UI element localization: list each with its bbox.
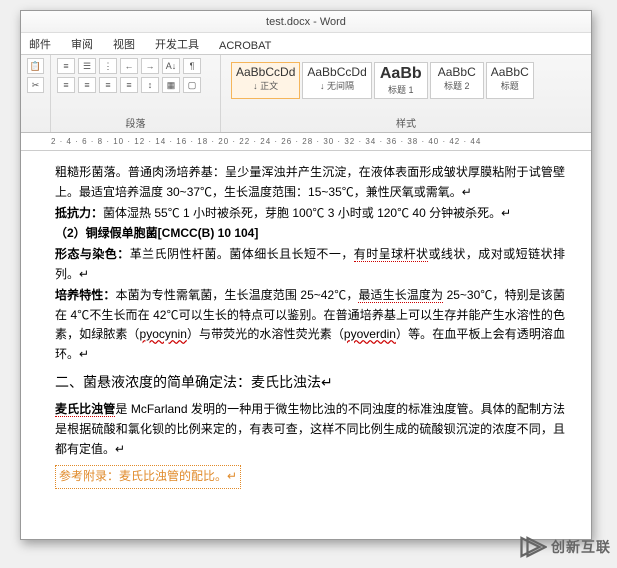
- para-heading-2: （2）铜绿假单胞菌[CMCC(B) 10 104]: [55, 224, 565, 244]
- align-left-icon[interactable]: ≡: [57, 77, 75, 93]
- style-heading2[interactable]: AaBbC 标题 2: [430, 62, 484, 99]
- bullets-icon[interactable]: ≡: [57, 58, 75, 74]
- format-painter-icon[interactable]: ✂: [27, 77, 44, 93]
- style-heading1[interactable]: AaBb 标题 1: [374, 62, 428, 99]
- indent-inc-icon[interactable]: →: [141, 58, 159, 74]
- style-name: 标题 2: [435, 79, 479, 92]
- tab-developer[interactable]: 开发工具: [151, 34, 203, 54]
- clipboard-icon[interactable]: 📋: [27, 58, 44, 74]
- style-sample: AaBbCcDd: [236, 65, 295, 79]
- para: 粗糙形菌落。普通肉汤培养基：呈少量浑浊并产生沉淀，在液体表面形成皱状厚膜粘附于试…: [55, 163, 565, 203]
- group-clipboard: [27, 119, 44, 130]
- style-title[interactable]: AaBbC 标题: [486, 62, 534, 99]
- align-right-icon[interactable]: ≡: [99, 77, 117, 93]
- align-center-icon[interactable]: ≡: [78, 77, 96, 93]
- group-styles-label: 样式: [227, 115, 585, 130]
- para-morphology: 形态与染色：革兰氏阴性杆菌。菌体细长且长短不一，有时呈球杆状或线状，成对或短链状…: [55, 245, 565, 285]
- ribbon: 📋 ✂ ≡ ☰ ⋮ ← → A↓ ¶ ≡ ≡ ≡ ≡ ↕ ▦ ▢ 段: [21, 55, 591, 133]
- para-mcfarland: 麦氏比浊管是 McFarland 发明的一种用于微生物比浊的不同浊度的标准浊度管…: [55, 400, 565, 459]
- sort-icon[interactable]: A↓: [162, 58, 180, 74]
- linespacing-icon[interactable]: ↕: [141, 77, 159, 93]
- para-resistance: 抵抗力：菌体湿热 55℃ 1 小时被杀死，芽胞 100℃ 3 小时或 120℃ …: [55, 204, 565, 224]
- style-sample: AaBbC: [435, 65, 479, 79]
- style-sample: AaBbCcDd: [307, 65, 366, 79]
- tab-view[interactable]: 视图: [109, 34, 139, 54]
- style-name: 标题: [491, 79, 529, 92]
- borders-icon[interactable]: ▢: [183, 77, 201, 93]
- style-name: ↓ 正文: [236, 79, 295, 92]
- watermark-text: 创新互联: [551, 537, 611, 557]
- para-appendix: 参考附录：麦氏比浊管的配比。↵: [55, 465, 565, 489]
- numbering-icon[interactable]: ☰: [78, 58, 96, 74]
- style-gallery: AaBbCcDd ↓ 正文 AaBbCcDd ↓ 无间隔 AaBb 标题 1 A…: [227, 58, 585, 99]
- style-nospacing[interactable]: AaBbCcDd ↓ 无间隔: [302, 62, 371, 99]
- ribbon-tabs: 邮件 审阅 视图 开发工具 ACROBAT: [21, 33, 591, 55]
- section-heading: 二、菌悬液浓度的简单确定法：麦氏比浊法↵: [55, 371, 565, 394]
- para-culture: 培养特性：本菌为专性需氧菌，生长温度范围 25~42℃，最适生长温度为 25~3…: [55, 286, 565, 365]
- tab-review[interactable]: 审阅: [67, 34, 97, 54]
- style-normal[interactable]: AaBbCcDd ↓ 正文: [231, 62, 300, 99]
- window-title: test.docx - Word: [21, 11, 591, 33]
- shading-icon[interactable]: ▦: [162, 77, 180, 93]
- indent-dec-icon[interactable]: ←: [120, 58, 138, 74]
- style-name: ↓ 无间隔: [307, 79, 366, 92]
- tab-acrobat[interactable]: ACROBAT: [215, 38, 275, 54]
- multilevel-icon[interactable]: ⋮: [99, 58, 117, 74]
- ruler[interactable]: 2 · 4 · 6 · 8 · 10 · 12 · 14 · 16 · 18 ·…: [21, 133, 591, 151]
- showhide-icon[interactable]: ¶: [183, 58, 201, 74]
- tab-mail[interactable]: 邮件: [25, 34, 55, 54]
- watermark-logo-icon: [517, 532, 547, 562]
- style-sample: AaBb: [379, 65, 423, 83]
- align-justify-icon[interactable]: ≡: [120, 77, 138, 93]
- style-sample: AaBbC: [491, 65, 529, 79]
- document-body[interactable]: 粗糙形菌落。普通肉汤培养基：呈少量浑浊并产生沉淀，在液体表面形成皱状厚膜粘附于试…: [21, 151, 591, 517]
- style-name: 标题 1: [379, 83, 423, 96]
- watermark: 创新互联: [517, 532, 611, 562]
- group-paragraph-label: 段落: [57, 115, 214, 130]
